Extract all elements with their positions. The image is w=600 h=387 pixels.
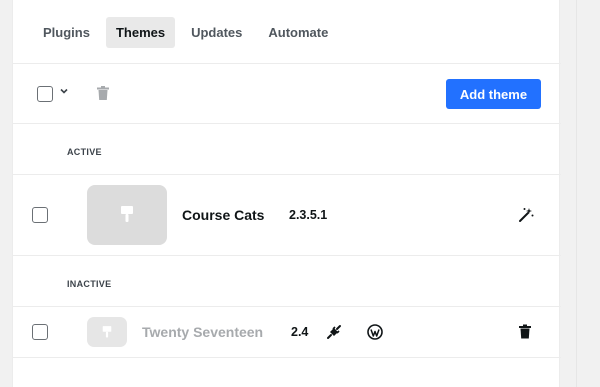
theme-version: 2.3.5.1: [289, 208, 328, 222]
chevron-down-icon[interactable]: [59, 86, 69, 96]
divider: [13, 357, 561, 358]
theme-thumbnail[interactable]: [87, 317, 127, 347]
tab-themes[interactable]: Themes: [105, 17, 176, 48]
divider: [13, 255, 561, 256]
theme-name[interactable]: Twenty Seventeen: [142, 324, 263, 340]
themes-panel: Plugins Themes Updates Automate Add them…: [12, 0, 561, 387]
divider: [13, 63, 561, 64]
section-label-inactive: INACTIVE: [67, 279, 112, 289]
theme-version: 2.4: [291, 325, 309, 339]
section-label-active: ACTIVE: [67, 147, 102, 157]
activate-plug-icon[interactable]: [326, 324, 342, 340]
wordpress-icon[interactable]: [367, 324, 383, 340]
theme-thumbnail[interactable]: [87, 185, 167, 245]
side-panel: [576, 0, 600, 387]
tab-updates[interactable]: Updates: [181, 17, 252, 48]
add-theme-button[interactable]: Add theme: [446, 79, 541, 109]
theme-checkbox[interactable]: [32, 324, 48, 340]
customize-wand-icon[interactable]: [518, 207, 534, 223]
bulk-delete-icon[interactable]: [97, 86, 109, 100]
tab-automate[interactable]: Automate: [258, 17, 338, 48]
divider: [13, 123, 561, 124]
divider: [13, 174, 561, 175]
paint-brush-icon: [102, 325, 112, 337]
delete-theme-icon[interactable]: [519, 324, 531, 339]
select-all-checkbox[interactable]: [37, 86, 53, 102]
paint-brush-icon: [121, 206, 133, 222]
theme-checkbox[interactable]: [32, 207, 48, 223]
divider: [13, 306, 561, 307]
tab-plugins[interactable]: Plugins: [33, 17, 100, 48]
theme-name[interactable]: Course Cats: [182, 207, 264, 223]
tab-bar: Plugins Themes Updates Automate: [33, 17, 338, 48]
